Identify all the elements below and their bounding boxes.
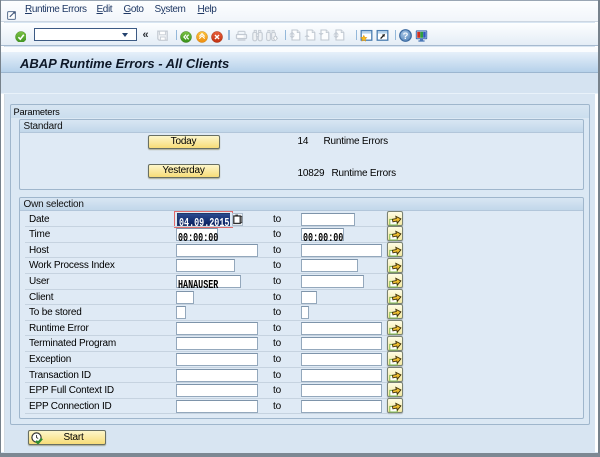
svg-text:?: ? — [402, 30, 408, 41]
